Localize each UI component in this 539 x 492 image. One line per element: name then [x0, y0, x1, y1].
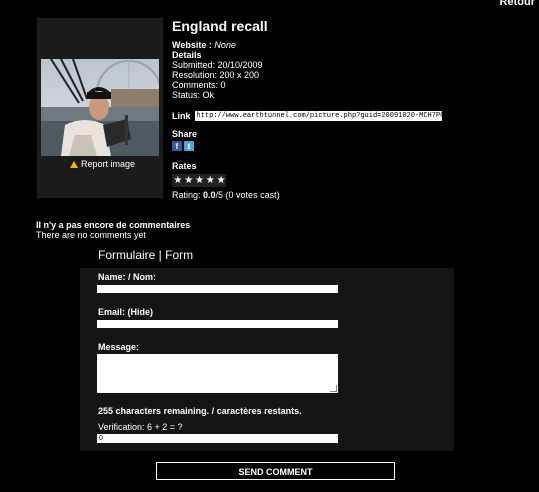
- link-label: Link: [172, 111, 191, 121]
- comment-form: Name: / Nom: Email: (Hide) Message: 255 …: [80, 268, 454, 451]
- report-label: Report image: [81, 159, 136, 169]
- no-comments-en: There are no comments yet: [36, 230, 147, 240]
- form-title: Formulaire | Form: [98, 248, 194, 262]
- rates-label: Rates: [172, 161, 197, 171]
- email-label: Email: (Hide): [98, 307, 154, 317]
- facebook-icon[interactable]: f: [172, 141, 182, 151]
- message-textarea[interactable]: [97, 354, 338, 393]
- star-icon[interactable]: ★: [173, 175, 183, 186]
- submitted-date: Submitted: 20/10/2009: [172, 60, 263, 70]
- rating-stars: ★ ★ ★ ★ ★: [172, 174, 226, 187]
- rating-value: 0.0: [203, 190, 216, 200]
- star-icon[interactable]: ★: [216, 175, 226, 186]
- remaining-chars: 255 characters remaining. / caractères r…: [98, 406, 302, 416]
- thumbnail-panel: Report image: [37, 18, 163, 198]
- website-label: Website :: [172, 40, 212, 50]
- no-comments-fr: Il n'y a pas encore de commentaires: [36, 220, 191, 230]
- name-field[interactable]: [97, 285, 338, 293]
- report-image-link[interactable]: Report image: [70, 159, 135, 169]
- rating-suffix: /5 (0 votes cast): [215, 190, 280, 200]
- status: Status: Ok: [172, 90, 215, 100]
- back-link[interactable]: Retour: [500, 0, 535, 8]
- resolution: Resolution: 200 x 200: [172, 70, 260, 80]
- details-heading: Details: [172, 50, 202, 60]
- message-label: Message:: [98, 342, 140, 352]
- star-icon[interactable]: ★: [205, 175, 215, 186]
- comments-count: Comments: 0: [172, 80, 226, 90]
- star-icon[interactable]: ★: [184, 175, 194, 186]
- verification-input[interactable]: 0: [97, 434, 338, 443]
- name-label: Name: / Nom:: [98, 272, 157, 282]
- share-icons: f t: [172, 141, 532, 151]
- verification-label: Verification: 6 + 2 = ?: [98, 422, 183, 432]
- warning-icon: [70, 160, 78, 168]
- no-comments-note: Il n'y a pas encore de commentaires Ther…: [36, 220, 190, 240]
- image-info: England recall Website : None Details Su…: [172, 19, 532, 200]
- twitter-icon[interactable]: t: [184, 141, 194, 151]
- rating-prefix: Rating:: [172, 190, 204, 200]
- email-field[interactable]: [97, 320, 338, 328]
- remaining-text: characters remaining. / caractères resta…: [113, 406, 302, 416]
- remaining-count: 255: [98, 406, 114, 416]
- star-icon[interactable]: ★: [195, 175, 205, 186]
- website-value: None: [214, 40, 236, 50]
- image-title: England recall: [172, 18, 268, 34]
- resize-grip-icon[interactable]: [330, 385, 337, 392]
- thumbnail-image[interactable]: [41, 59, 159, 156]
- share-label: Share: [172, 129, 198, 139]
- link-field[interactable]: http://www.earthtunnel.com/picture.php?g…: [194, 111, 442, 121]
- rating-summary: Rating: 0.0/5 (0 votes cast): [172, 190, 532, 200]
- send-comment-button[interactable]: SEND COMMENT: [156, 462, 395, 480]
